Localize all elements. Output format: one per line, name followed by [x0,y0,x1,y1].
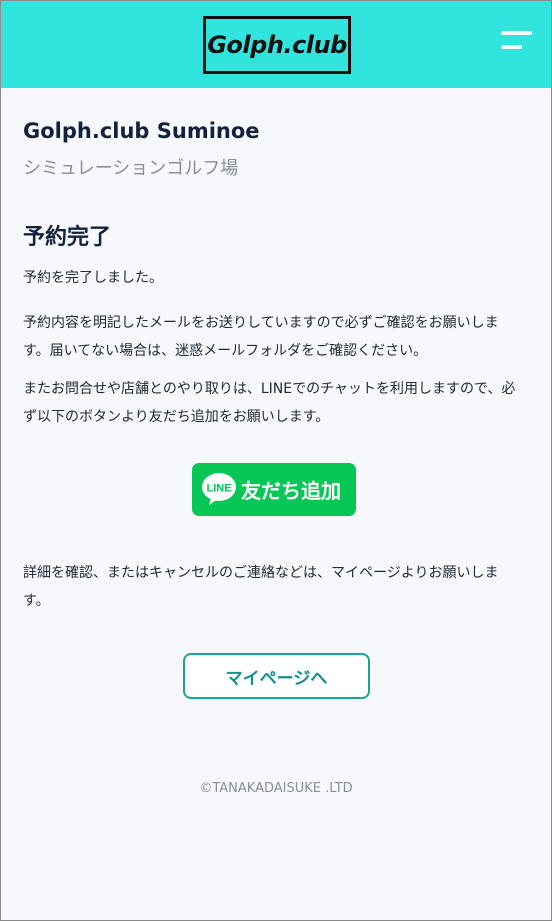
hamburger-menu-icon[interactable] [501,31,533,53]
page-frame: Golph.club Golph.club Suminoe シミュレーションゴル… [0,0,552,921]
mypage-button[interactable]: マイページへ [183,653,370,699]
email-notice: 予約内容を明記したメールをお送りしていますので必ずご確認をお願いします。届いてな… [23,315,499,359]
page-title: 予約完了 [23,225,112,250]
completion-message: 予約を完了しました。 [23,270,163,286]
line-icon-text: LINE [206,483,231,495]
store-type: シミュレーションゴルフ場 [23,158,239,179]
menu-bar-top [501,31,532,35]
line-button-label: 友だち追加 [241,479,341,503]
store-name: Golph.club Suminoe [23,119,260,143]
mypage-notice: 詳細を確認、またはキャンセルのご連絡などは、マイページよりお願いします。 [23,565,499,609]
menu-bar-bottom [501,45,522,49]
footer-copyright: ©TANAKADAISUKE .LTD [199,781,353,796]
line-notice: またお問合せや店舗とのやり取りは、LINEでのチャットを利用しますので、必ず以下… [23,381,516,425]
line-icon: LINE [202,473,236,505]
site-header: Golph.club [1,1,551,88]
line-add-friend-button[interactable]: LINE 友だち追加 [192,463,356,516]
site-logo[interactable]: Golph.club [203,16,351,74]
